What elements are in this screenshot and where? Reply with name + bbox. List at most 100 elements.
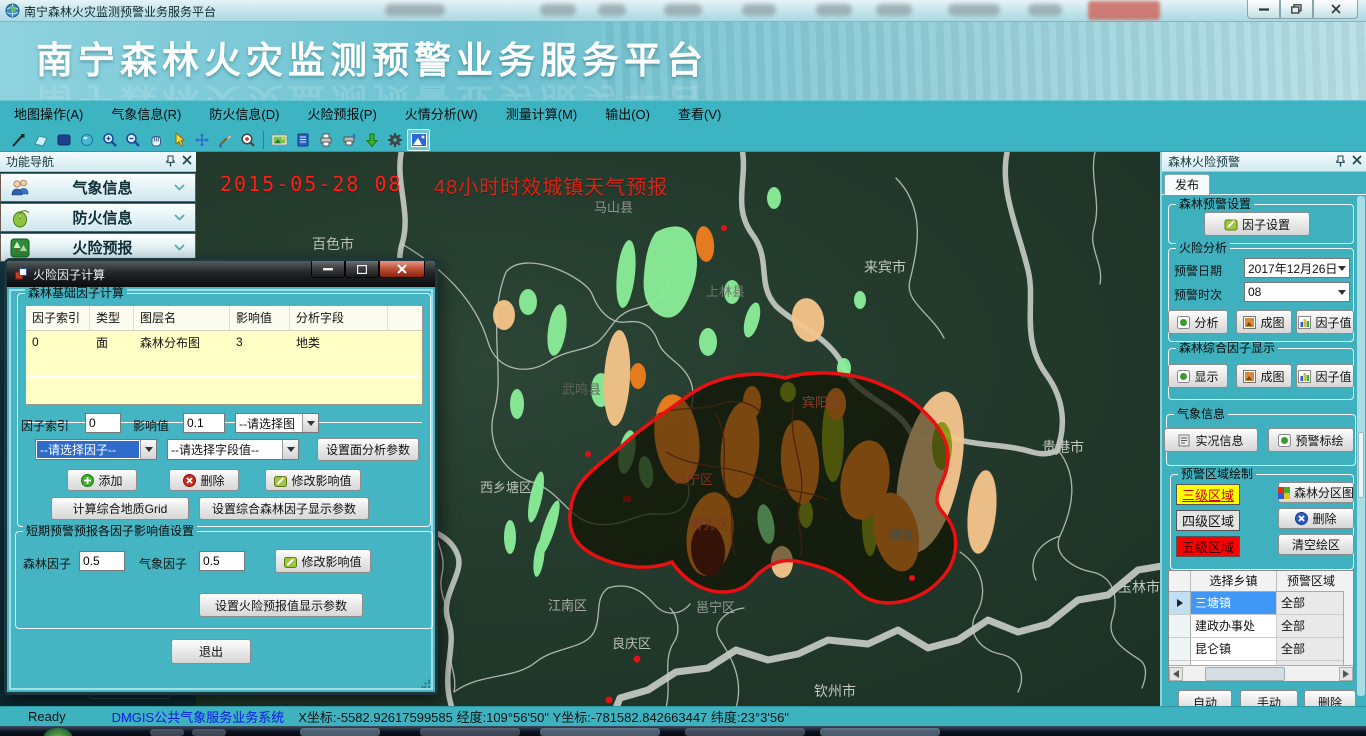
close-button[interactable] (1313, 0, 1358, 19)
sidebar-item-weather-info[interactable]: 气象信息 (0, 173, 196, 202)
dialog-maximize-button[interactable] (345, 261, 379, 278)
table-vertical-scrollbar[interactable] (1343, 591, 1353, 665)
menu-fireproof-info[interactable]: 防火信息(D) (195, 101, 293, 129)
line-tool-icon[interactable] (7, 130, 28, 150)
menu-fire-risk-forecast[interactable]: 火险预报(P) (293, 101, 390, 129)
menu-map-operations[interactable]: 地图操作(A) (0, 101, 97, 129)
warning-time-combo[interactable]: 08 (1244, 282, 1350, 302)
forest-factor-input[interactable] (79, 551, 125, 571)
settings-gear-icon[interactable] (384, 130, 405, 150)
ellipse-tool-icon[interactable] (76, 130, 97, 150)
sidebar-item-fireproof-info[interactable]: 防火信息 (0, 203, 196, 232)
print-export-icon[interactable] (338, 130, 359, 150)
level5-area-swatch[interactable]: 五级区域 (1176, 536, 1240, 557)
scroll-left-arrow[interactable] (1169, 667, 1183, 681)
impact-value-input[interactable] (183, 413, 225, 433)
minimize-button[interactable] (1247, 0, 1280, 19)
delete-area-button[interactable]: 删除 (1278, 508, 1354, 529)
add-button[interactable]: 添加 (67, 469, 137, 491)
restore-button[interactable] (1280, 0, 1313, 19)
clear-draw-button[interactable]: 清空绘区 (1278, 534, 1354, 555)
auto-button[interactable]: 自动 (1178, 690, 1232, 706)
modify-impact-button-2[interactable]: 修改影响值 (275, 549, 371, 573)
factor-setting-button[interactable]: 因子设置 (1204, 212, 1310, 236)
factor-value-button[interactable]: 因子值 (1296, 310, 1354, 334)
area-params-button[interactable]: 设置面分析参数 (317, 438, 419, 461)
polygon-tool-icon[interactable] (30, 130, 51, 150)
table-row[interactable]: 三塘镇 全部 (1169, 592, 1353, 615)
pan-hand-icon[interactable] (145, 130, 166, 150)
menu-measure-calc[interactable]: 测量计算(M) (492, 101, 592, 129)
close-icon[interactable] (182, 155, 192, 167)
panel-scroll-thumb[interactable] (1358, 432, 1364, 498)
col-select-township[interactable]: 选择乡镇 (1191, 571, 1277, 591)
download-arrow-icon[interactable] (361, 130, 382, 150)
dialog-close-button[interactable] (379, 261, 425, 278)
factor-table[interactable]: 因子索引 类型 图层名 影响值 分析字段 0 面 森林分布图 3 地类 (25, 305, 423, 405)
print-icon[interactable] (315, 130, 336, 150)
table-row[interactable]: 0 面 森林分布图 3 地类 (26, 331, 422, 354)
delete-button[interactable]: 删除 (1304, 690, 1356, 706)
field-value-combo[interactable]: --请选择字段值-- (167, 439, 299, 460)
warning-plot-button[interactable]: 预警标绘 (1268, 428, 1354, 452)
blue-x-icon (1295, 512, 1308, 525)
start-orb[interactable] (44, 728, 72, 736)
modify-impact-button[interactable]: 修改影响值 (265, 469, 361, 491)
resize-grip[interactable] (421, 679, 431, 689)
live-info-button[interactable]: 实况信息 (1164, 428, 1258, 452)
scroll-thumb[interactable] (1205, 667, 1285, 681)
image-browser-icon[interactable] (407, 129, 430, 151)
level4-area-swatch[interactable]: 四级区域 (1176, 510, 1240, 531)
menu-view[interactable]: 查看(V) (664, 101, 735, 129)
make-map-button-2[interactable]: 成图 (1236, 364, 1292, 388)
delete-button[interactable]: 删除 (169, 469, 239, 491)
zoom-in-icon[interactable] (99, 130, 120, 150)
full-extent-move-icon[interactable] (191, 130, 212, 150)
export-map-icon[interactable] (269, 130, 290, 150)
scroll-right-arrow[interactable] (1339, 667, 1353, 681)
pin-icon[interactable] (165, 155, 176, 167)
show-button[interactable]: 显示 (1168, 364, 1228, 388)
identify-brush-icon[interactable] (214, 130, 235, 150)
factor-value-button-2[interactable]: 因子值 (1296, 364, 1354, 388)
calc-grid-button[interactable]: 计算综合地质Grid (51, 497, 189, 520)
zoom-out-icon[interactable] (122, 130, 143, 150)
menu-weather-info[interactable]: 气象信息(R) (97, 101, 195, 129)
level3-area-swatch[interactable]: 三级区域 (1176, 484, 1240, 505)
close-icon[interactable] (1352, 155, 1362, 167)
table-row[interactable]: 昆仑镇 全部 (1169, 638, 1353, 661)
document-icon[interactable] (292, 130, 313, 150)
analyze-button[interactable]: 分析 (1168, 310, 1228, 334)
panel-scrollbar[interactable] (1357, 196, 1365, 696)
select-arrow-icon[interactable] (168, 130, 189, 150)
group-label: 森林综合因子显示 (1176, 342, 1278, 354)
photo-icon (1243, 370, 1256, 383)
fire-display-params-button[interactable]: 设置火险预报值显示参数 (199, 593, 363, 617)
dialog-minimize-button[interactable] (311, 261, 345, 278)
forest-partition-button[interactable]: 森林分区图 (1278, 482, 1354, 503)
table-row[interactable]: 建政办事处 全部 (1169, 615, 1353, 638)
windows-taskbar[interactable] (0, 726, 1366, 736)
menu-fire-analysis[interactable]: 火情分析(W) (391, 101, 492, 129)
zoom-selection-icon[interactable] (237, 130, 258, 150)
photo-icon (1243, 316, 1256, 329)
col-warning-area[interactable]: 预警区域 (1277, 571, 1345, 591)
bar-chart-icon (1298, 316, 1311, 329)
factor-combo[interactable]: --请选择因子-- (35, 439, 157, 460)
map-label: 马山县 (594, 200, 633, 215)
warning-date-picker[interactable]: 2017年12月26日 (1244, 258, 1350, 278)
make-map-button[interactable]: 成图 (1236, 310, 1292, 334)
status-system-name[interactable]: DMGIS公共气象服务业务系统 (112, 707, 285, 726)
layer-combo[interactable]: --请选择图 (235, 413, 319, 433)
manual-button[interactable]: 手动 (1240, 690, 1298, 706)
table-horizontal-scrollbar[interactable] (1169, 665, 1353, 681)
exit-button[interactable]: 退出 (171, 639, 251, 664)
display-params-button[interactable]: 设置综合森林因子显示参数 (199, 497, 369, 520)
weather-factor-input[interactable] (199, 551, 245, 571)
dialog-titlebar[interactable]: 火险因子计算 (7, 261, 435, 287)
factor-index-input[interactable] (85, 413, 121, 433)
menu-output[interactable]: 输出(O) (591, 101, 664, 129)
rectangle-tool-icon[interactable] (53, 130, 74, 150)
pin-icon[interactable] (1335, 155, 1346, 167)
tab-publish[interactable]: 发布 (1164, 174, 1210, 195)
